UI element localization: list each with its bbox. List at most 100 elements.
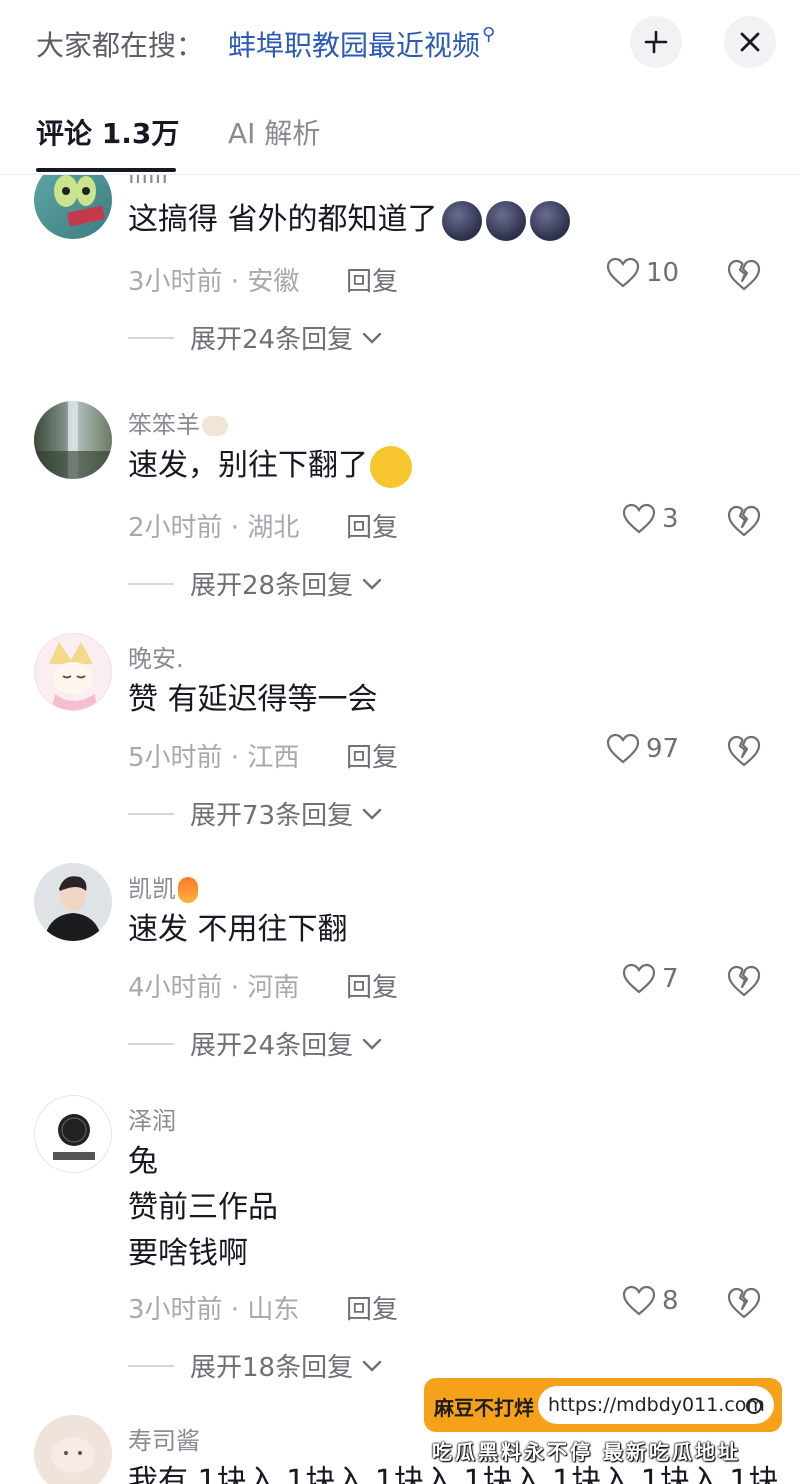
comment-author[interactable]: 寿司酱 [128,1421,200,1456]
watermark-url: https://mdbdy011.com [538,1386,774,1424]
dislike-button[interactable] [726,503,762,539]
heart-icon [606,733,640,764]
sheep-emoji [202,416,228,436]
comment-item: 晚安. 赞 有延迟得等一会 5小时前 · 江西 回复 97 展开73条回复 [0,633,800,853]
avatar[interactable] [34,863,112,941]
like-button[interactable]: 97 [606,733,679,765]
search-prefix: 大家都在搜： [36,29,205,62]
comment-text-line: 要啥钱啊 [128,1236,248,1271]
collapse-button[interactable] [630,16,682,68]
like-button[interactable]: 8 [622,1285,679,1317]
tab-comments[interactable]: 评论 1.3万 [36,112,179,152]
avatar[interactable] [34,633,112,711]
reply-button[interactable]: 回复 [346,1289,398,1326]
like-count: 7 [662,964,679,994]
expand-replies-button[interactable]: 展开73条回复 [128,795,383,832]
comment-text: 这搞得 省外的都知道了 [128,197,570,243]
heart-icon [622,1285,656,1316]
comment-text-line: 速发 不用往下翻 [128,912,348,947]
watermark-slogan: 吃瓜黑料永不停 最新吃瓜地址 [432,1440,741,1464]
chevron-down-icon [362,1038,382,1050]
avatar-image [34,401,112,479]
heart-icon [622,503,656,534]
search-suggestion-link[interactable]: 蚌埠职教园最近视频 ⚲ [228,24,495,64]
dislike-button[interactable] [726,257,762,293]
comment-text-line: 兔 [128,1144,158,1179]
chevron-down-icon [362,808,382,820]
dark-face-emoji [529,200,570,241]
divider [128,336,174,339]
like-count: 10 [646,258,680,288]
comment-time: 4小时前 · 河南 [128,973,300,1003]
comment-author[interactable]: 晚安. [128,639,184,674]
like-count: 3 [662,504,679,534]
avatar-image [51,1437,95,1473]
comment-time: 3小时前 · 安徽 [128,267,300,297]
comment-item: 笨笨羊 速发，别往下翻了 2小时前 · 湖北 回复 3 展开28条回复 [0,401,800,621]
reply-button[interactable]: 回复 [346,507,398,544]
expand-replies-button[interactable]: 展开28条回复 [128,565,383,602]
dislike-button[interactable] [726,1285,762,1321]
avatar-image [49,642,97,710]
like-button[interactable]: 10 [606,257,679,289]
like-button[interactable]: 3 [622,503,679,535]
tab-bar: 评论 1.3万 AI 解析 [0,96,800,175]
avatar[interactable] [34,1095,112,1173]
heart-icon [606,257,640,288]
avatar-image [44,876,102,941]
reply-button[interactable]: 回复 [346,737,398,774]
chevron-down-icon [362,578,382,590]
comment-text: 兔 赞前三作品 要啥钱啊 [128,1139,278,1277]
dark-face-emoji [441,200,482,241]
comment-item: 凯凯 速发 不用往下翻 4小时前 · 河南 回复 7 展开24条回复 [0,863,800,1083]
comment-text-line: 赞 有延迟得等一会 [128,682,378,717]
comment-text-line: 赞前三作品 [128,1190,278,1225]
active-tab-indicator [36,168,176,172]
collapse-icon [644,30,668,54]
divider [128,812,174,815]
avatar[interactable] [34,1415,112,1484]
top-bar: 大家都在搜： 蚌埠职教园最近视频 ⚲ [0,0,800,88]
tab-ai-analysis[interactable]: AI 解析 [228,112,320,152]
comment-text-line: 速发，别往下翻了 [128,448,368,483]
divider [128,1364,174,1367]
expand-replies-button[interactable]: 展开24条回复 [128,319,383,356]
comment-time: 3小时前 · 山东 [128,1295,300,1325]
chevron-down-icon [362,1360,382,1372]
fire-emoji [178,877,198,903]
comment-text-line: 我有 1块入 1块入 1块入 1块入 1块入 1块入 1块 [128,1464,779,1484]
comment-time: 5小时前 · 江西 [128,743,300,773]
dislike-button[interactable] [726,963,762,999]
comment-item: iiiiii 这搞得 省外的都知道了 3小时前 · 安徽 回复 10 展开24条… [0,175,800,381]
like-count: 8 [662,1286,679,1316]
circle-icon [746,1398,762,1414]
search-icon: ⚲ [482,24,496,45]
watermark-brand: 麻豆不打烊 [434,1396,534,1420]
avatar[interactable] [34,175,112,239]
reply-button[interactable]: 回复 [346,967,398,1004]
reply-button[interactable]: 回复 [346,261,398,298]
dislike-button[interactable] [726,733,762,769]
comment-author[interactable]: 凯凯 [128,869,198,904]
like-count: 97 [646,734,680,764]
search-suggestion-text: 蚌埠职教园最近视频 [228,29,481,62]
comment-author[interactable]: iiiiii [128,175,168,189]
comment-text: 速发 不用往下翻 [128,907,348,953]
expand-replies-button[interactable]: 展开18条回复 [128,1347,383,1384]
expand-replies-button[interactable]: 展开24条回复 [128,1025,383,1062]
comment-list[interactable]: iiiiii 这搞得 省外的都知道了 3小时前 · 安徽 回复 10 展开24条… [0,175,800,1484]
comment-text-line: 这搞得 省外的都知道了 [128,202,438,237]
heart-icon [622,963,656,994]
comment-item: 泽润 兔 赞前三作品 要啥钱啊 3小时前 · 山东 回复 8 展开18条回复 [0,1095,800,1405]
like-button[interactable]: 7 [622,963,679,995]
comment-text: 赞 有延迟得等一会 [128,677,378,723]
divider [128,582,174,585]
close-button[interactable] [724,16,776,68]
dark-face-emoji [485,200,526,241]
chevron-down-icon [362,332,382,344]
comment-author[interactable]: 笨笨羊 [128,405,228,440]
avatar-image [54,175,105,227]
avatar[interactable] [34,401,112,479]
grin-emoji [370,445,412,488]
comment-author[interactable]: 泽润 [128,1101,176,1136]
